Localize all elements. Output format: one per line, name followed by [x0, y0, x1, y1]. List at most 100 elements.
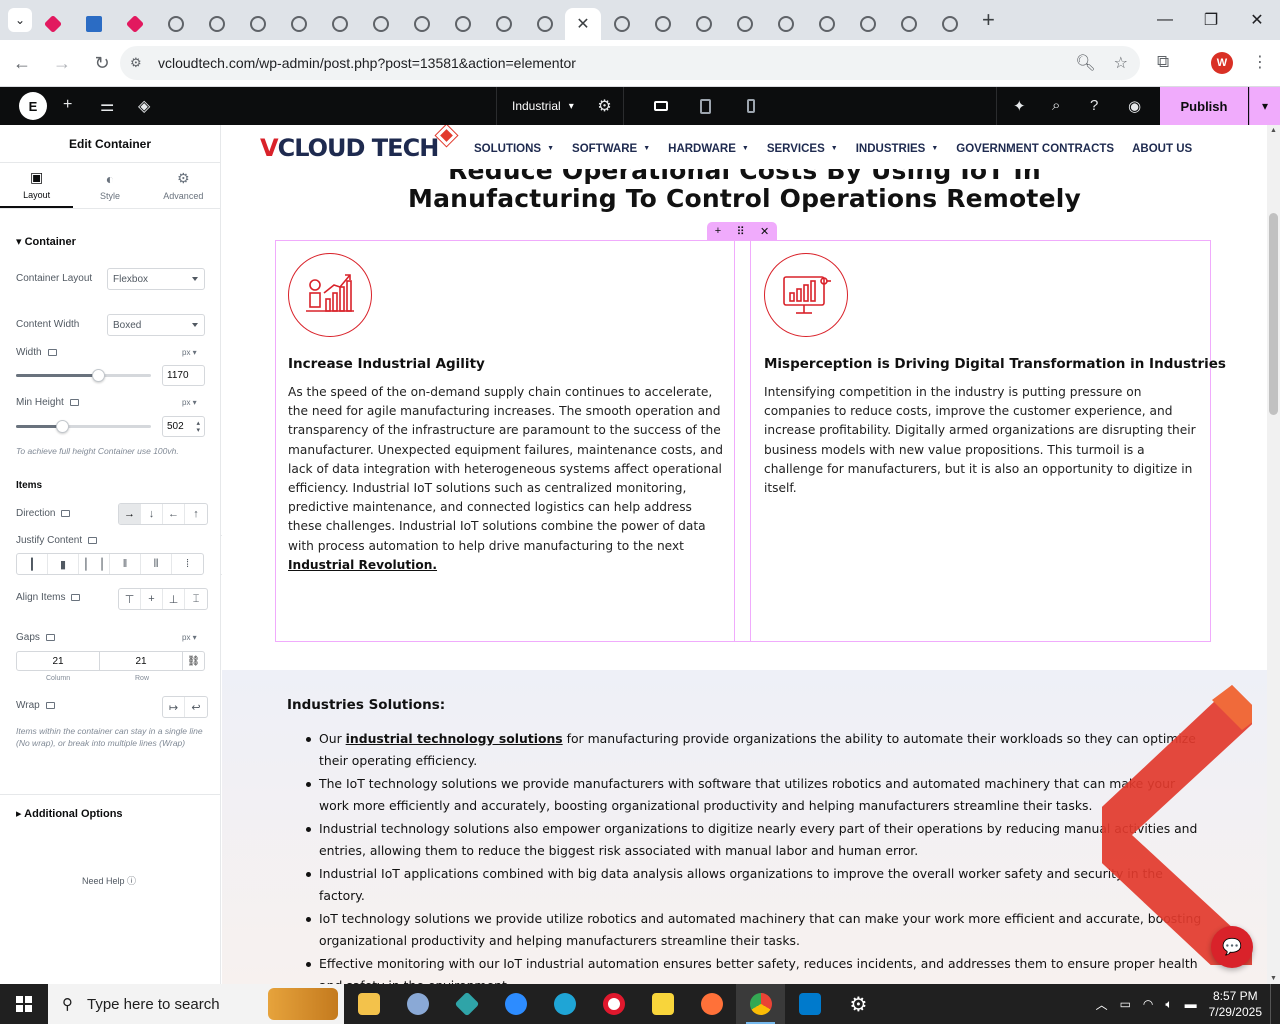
file-explorer-icon[interactable]	[344, 984, 393, 1024]
taskbar-search[interactable]: ⚲ Type here to search	[48, 984, 344, 1024]
justify-space-around-icon[interactable]: ⦀	[141, 554, 172, 574]
nav-services[interactable]: SERVICES ▼	[767, 143, 838, 155]
tab-advanced[interactable]: ⚙ Advanced	[147, 163, 220, 208]
browser-tab[interactable]	[155, 8, 196, 40]
browser-tab[interactable]	[319, 8, 360, 40]
bookmark-star-icon[interactable]: ☆	[1114, 53, 1128, 73]
publish-button[interactable]: Publish	[1160, 87, 1248, 125]
app-icon[interactable]	[442, 984, 491, 1024]
chat-widget-icon[interactable]: 💬	[1211, 926, 1253, 968]
browser-tab[interactable]	[929, 8, 970, 40]
no-wrap-icon[interactable]: ↦	[163, 697, 185, 717]
profile-avatar[interactable]: W	[1211, 52, 1233, 74]
content-width-select[interactable]: Boxed	[107, 314, 205, 336]
vcloud-tech-logo[interactable]: VCLOUD TECH	[260, 134, 439, 162]
browser-tab[interactable]	[114, 8, 155, 40]
help-icon[interactable]: ?	[1090, 97, 1098, 114]
sticky-notes-icon[interactable]	[638, 984, 687, 1024]
justify-space-between-icon[interactable]: ‖	[110, 554, 141, 574]
monitor-icon[interactable]	[45, 633, 55, 641]
close-tab-icon[interactable]: ✕	[576, 14, 589, 34]
browser-tab[interactable]	[73, 8, 114, 40]
direction-column-reverse-icon[interactable]: ↑	[185, 504, 207, 524]
monitor-icon[interactable]	[88, 536, 98, 544]
browser-tab[interactable]	[888, 8, 929, 40]
browser-tab[interactable]	[196, 8, 237, 40]
wifi-icon[interactable]: ◠	[1143, 997, 1153, 1011]
add-element-icon[interactable]: +	[63, 96, 72, 114]
network-icon[interactable]: ▭	[1120, 997, 1131, 1011]
tab-style[interactable]: ◐ Style	[73, 163, 146, 208]
browser-tab[interactable]	[278, 8, 319, 40]
browser-tab[interactable]	[360, 8, 401, 40]
control-panel-icon[interactable]	[393, 984, 442, 1024]
browser-tab[interactable]	[524, 8, 565, 40]
monitor-icon[interactable]	[71, 593, 81, 601]
site-info-icon[interactable]: ⚙	[130, 55, 148, 71]
mobile-view-icon[interactable]	[728, 87, 773, 125]
nav-about-us[interactable]: ABOUT US	[1132, 143, 1192, 155]
container-layout-select[interactable]: Flexbox	[107, 268, 205, 290]
gaps-unit-select[interactable]: px ▾	[182, 633, 197, 642]
justify-start-icon[interactable]: ▕▏	[17, 554, 48, 574]
volume-icon[interactable]: 🔈︎	[1165, 997, 1172, 1012]
browser-tab[interactable]	[32, 8, 73, 40]
slider-handle[interactable]	[92, 369, 105, 382]
tablet-view-icon[interactable]	[683, 87, 728, 125]
show-desktop-button[interactable]	[1270, 984, 1280, 1024]
container-section-toggle[interactable]: ▾ Container	[16, 235, 76, 248]
need-help-link[interactable]: Need Help ⓘ	[82, 874, 136, 887]
browser-tab[interactable]	[683, 8, 724, 40]
industrial-technology-solutions-link[interactable]: industrial technology solutions	[346, 731, 563, 746]
restore-icon[interactable]: ❐	[1188, 0, 1234, 40]
direction-row-reverse-icon[interactable]: ←	[163, 504, 185, 524]
justify-center-icon[interactable]: ▮	[48, 554, 79, 574]
vscode-icon[interactable]	[785, 984, 834, 1024]
firefox-browser-icon[interactable]	[687, 984, 736, 1024]
monitor-icon[interactable]	[69, 398, 79, 406]
chrome-browser-icon[interactable]	[736, 984, 785, 1024]
width-slider[interactable]	[16, 369, 151, 382]
nav-solutions[interactable]: SOLUTIONS ▼	[474, 143, 554, 155]
desktop-view-icon[interactable]	[638, 87, 683, 125]
taskbar-clock[interactable]: 8:57 PM 7/29/2025	[1209, 988, 1262, 1020]
nav-hardware[interactable]: HARDWARE ▼	[668, 143, 749, 155]
min-height-unit-select[interactable]: px ▾	[182, 398, 197, 407]
gap-row-input[interactable]: 21	[100, 652, 183, 670]
width-input[interactable]: 1170	[162, 365, 205, 386]
browser-tab[interactable]	[401, 8, 442, 40]
direction-row-icon[interactable]: →	[119, 504, 141, 524]
slider-handle[interactable]	[56, 420, 69, 433]
gap-column-input[interactable]: 21	[17, 652, 100, 670]
monitor-icon[interactable]	[47, 348, 57, 356]
align-center-icon[interactable]: +	[141, 589, 163, 609]
scroll-up-icon[interactable]: ▲	[1270, 127, 1277, 134]
battery-icon[interactable]: ▬	[1185, 997, 1197, 1011]
reload-icon[interactable]: ↻	[84, 45, 120, 81]
monitor-icon[interactable]	[45, 701, 55, 709]
min-height-input[interactable]: 502 ▴ ▾	[162, 416, 205, 437]
browser-tab-active[interactable]: ✕	[565, 8, 601, 40]
preview-eye-icon[interactable]: ◉	[1128, 97, 1141, 115]
monitor-icon[interactable]	[61, 509, 71, 517]
scroll-down-icon[interactable]: ▼	[1270, 975, 1277, 982]
additional-options-toggle[interactable]: ▸ Additional Options	[16, 807, 123, 820]
notifications-icon[interactable]: ✦	[1013, 97, 1026, 115]
browser-tab[interactable]	[847, 8, 888, 40]
link-values-icon[interactable]: ⛓	[183, 652, 204, 670]
settings-gear-icon[interactable]: ⚙	[834, 984, 883, 1024]
browser-menu-icon[interactable]: ⋮	[1252, 52, 1268, 72]
edge-browser-icon[interactable]	[540, 984, 589, 1024]
width-unit-select[interactable]: px ▾	[182, 348, 197, 357]
browser-tab[interactable]	[601, 8, 642, 40]
site-settings-icon[interactable]: ⚌	[100, 96, 114, 116]
add-container-icon[interactable]: +	[715, 225, 721, 237]
minimize-icon[interactable]: —	[1142, 0, 1188, 40]
browser-tab[interactable]	[237, 8, 278, 40]
browser-tab[interactable]	[483, 8, 524, 40]
justify-space-evenly-icon[interactable]: ⁞	[172, 554, 203, 574]
browser-tab[interactable]	[724, 8, 765, 40]
structure-icon[interactable]: ◈	[138, 96, 150, 116]
browser-tab[interactable]	[765, 8, 806, 40]
forward-icon[interactable]: →	[44, 45, 80, 81]
